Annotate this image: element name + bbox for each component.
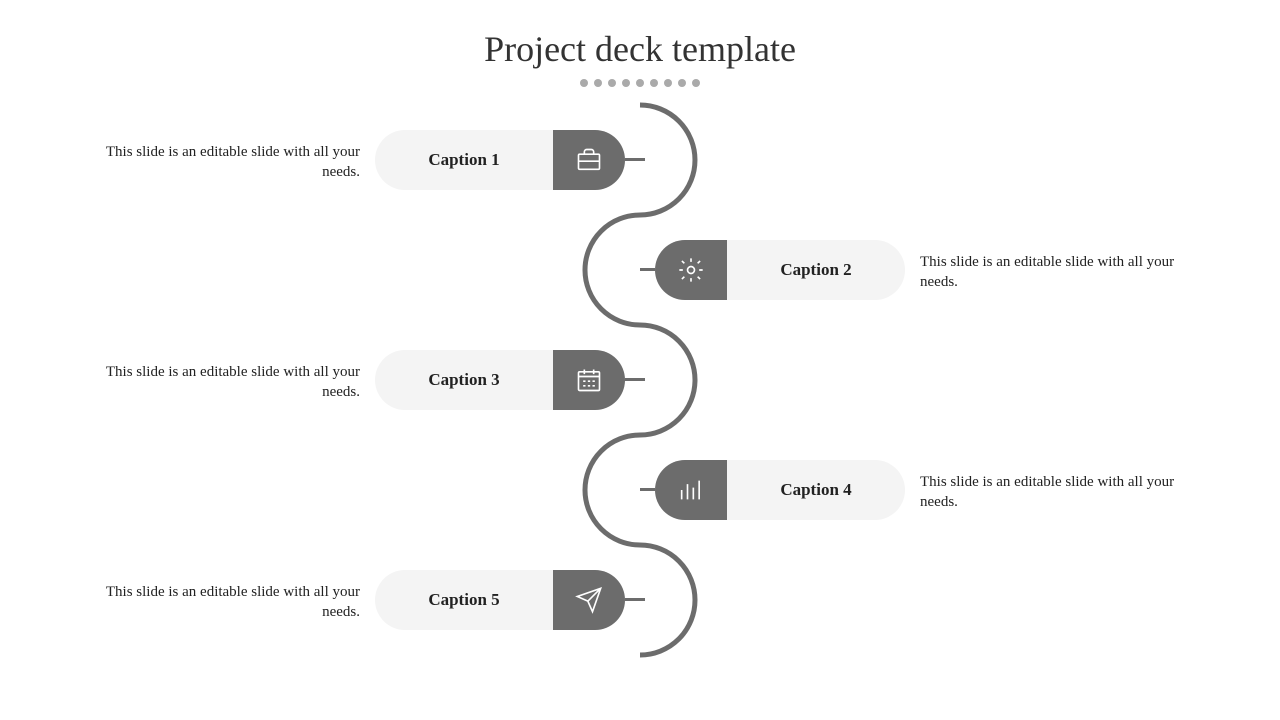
caption-4: Caption 4: [727, 480, 905, 500]
step-pill-2: Caption 2: [655, 240, 905, 300]
desc-4: This slide is an editable slide with all…: [920, 472, 1200, 513]
desc-5: This slide is an editable slide with all…: [80, 582, 360, 623]
gear-icon: [655, 240, 727, 300]
caption-1: Caption 1: [375, 150, 553, 170]
briefcase-icon: [553, 130, 625, 190]
serpentine-path: [0, 100, 1280, 720]
caption-2: Caption 2: [727, 260, 905, 280]
caption-5: Caption 5: [375, 590, 553, 610]
step-pill-3: Caption 3: [375, 350, 625, 410]
calendar-icon: [553, 350, 625, 410]
caption-3: Caption 3: [375, 370, 553, 390]
step-pill-4: Caption 4: [655, 460, 905, 520]
step-pill-1: Caption 1: [375, 130, 625, 190]
desc-1: This slide is an editable slide with all…: [80, 142, 360, 183]
desc-3: This slide is an editable slide with all…: [80, 362, 360, 403]
slide-title: Project deck template: [0, 28, 1280, 70]
desc-2: This slide is an editable slide with all…: [920, 252, 1200, 293]
plane-icon: [553, 570, 625, 630]
step-pill-5: Caption 5: [375, 570, 625, 630]
title-dots: [0, 74, 1280, 92]
diagram-canvas: Caption 1 This slide is an editable slid…: [0, 100, 1280, 720]
chart-icon: [655, 460, 727, 520]
